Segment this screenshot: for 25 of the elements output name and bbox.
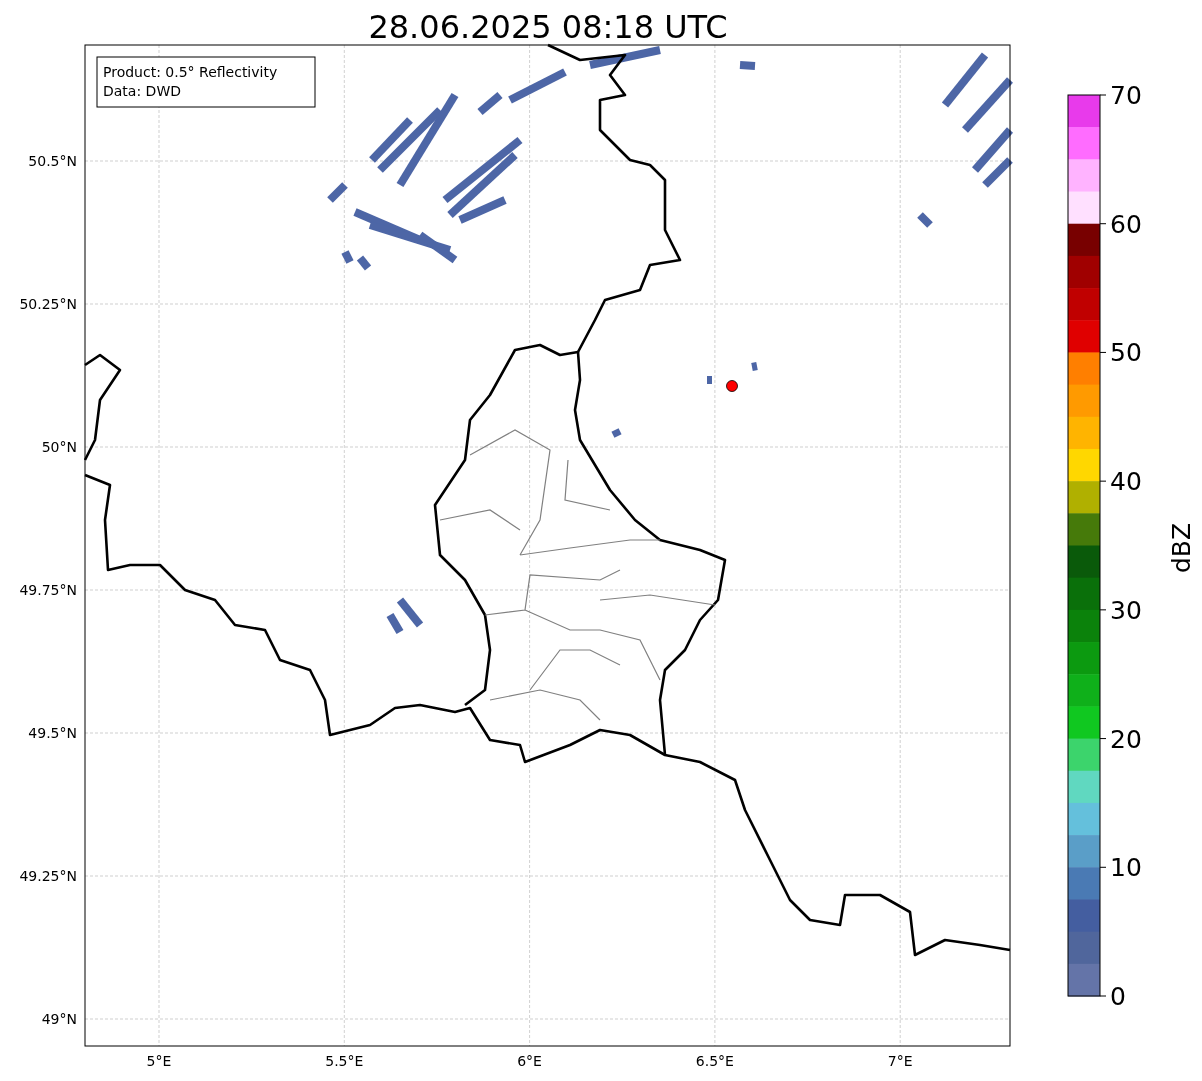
longitude-label: 6°E xyxy=(517,1053,542,1069)
colorbar-label: dBZ xyxy=(1167,522,1196,574)
colorbar-tick-label: 70 xyxy=(1110,81,1142,110)
map-title: 28.06.2025 08:18 UTC xyxy=(368,8,728,46)
colorbar-tick-label: 60 xyxy=(1110,209,1142,239)
colorbar-tick-label: 10 xyxy=(1110,853,1142,883)
latitude-label: 49.5°N xyxy=(28,725,77,741)
latitude-label: 50.5°N xyxy=(28,153,77,169)
colorbar-tick-label: 40 xyxy=(1110,467,1142,497)
latitude-label: 50°N xyxy=(41,439,77,455)
colorbar-tick-label: 20 xyxy=(1110,724,1142,754)
longitude-label: 7°E xyxy=(887,1053,913,1069)
colorbar-tick-label: 0 xyxy=(1110,982,1126,1011)
longitude-label: 5°E xyxy=(146,1053,172,1069)
longitude-label: 5.5°E xyxy=(325,1053,364,1069)
info-text: Product: 0.5° Reflectivity xyxy=(103,64,278,80)
latitude-label: 49.75°N xyxy=(19,582,77,598)
latitude-label: 49°N xyxy=(41,1011,77,1027)
colorbar-tick-label: 30 xyxy=(1110,595,1142,625)
longitude-label: 6.5°E xyxy=(695,1053,734,1069)
latitude-label: 50.25°N xyxy=(19,296,77,312)
colorbar-tick-label: 50 xyxy=(1110,338,1142,368)
info-text: Data: DWD xyxy=(103,83,181,99)
station-marker xyxy=(726,380,738,392)
latitude-label: 49.25°N xyxy=(19,868,77,884)
